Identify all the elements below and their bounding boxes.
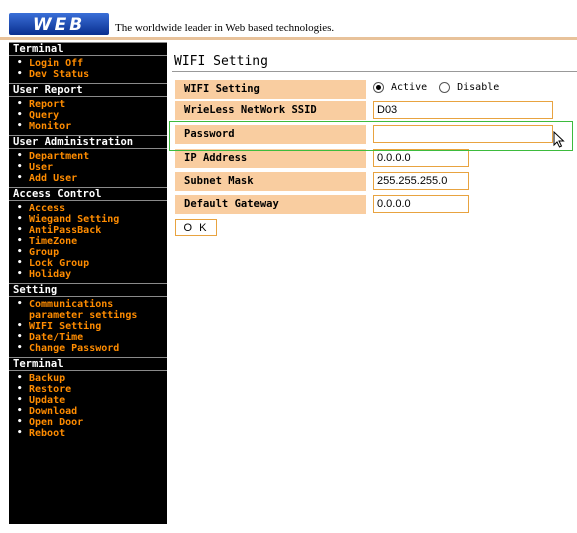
sidebar-item-query[interactable]: • Query [9, 110, 167, 121]
sidebar-item-date-time[interactable]: • Date/Time [9, 332, 167, 343]
sidebar-item-update[interactable]: • Update [9, 395, 167, 406]
bullet-icon: • [17, 110, 23, 120]
default-gateway-label: Default Gateway [175, 195, 366, 214]
sidebar-item-restore[interactable]: • Restore [9, 384, 167, 395]
sidebar-item-dev-status[interactable]: • Dev Status [9, 69, 167, 80]
ok-button[interactable]: O K [175, 219, 217, 236]
default-gateway-row: Default Gateway [175, 195, 577, 214]
bullet-icon: • [17, 258, 23, 268]
bullet-icon: • [17, 332, 23, 342]
sidebar-item-antipassback[interactable]: • AntiPassBack [9, 225, 167, 236]
bullet-icon: • [17, 203, 23, 213]
active-radio[interactable] [373, 82, 384, 93]
sidebar-section-setting: Setting [9, 283, 167, 297]
sidebar-item-download[interactable]: • Download [9, 406, 167, 417]
sidebar-item-wifi-setting[interactable]: • WIFI Setting [9, 321, 167, 332]
bullet-icon: • [17, 428, 23, 438]
sidebar-item-wiegand-setting[interactable]: • Wiegand Setting [9, 214, 167, 225]
logo-text: WEB [33, 15, 85, 35]
bullet-icon: • [17, 299, 23, 309]
sidebar-item-communications-parameter-settings[interactable]: • Communications parameter settings [9, 299, 167, 321]
page-title: WIFI Setting [174, 54, 268, 69]
sidebar-item-login-off[interactable]: • Login Off [9, 58, 167, 69]
bullet-icon: • [17, 225, 23, 235]
wifi-setting-row: WIFI Setting Active Disable [175, 80, 577, 99]
bullet-icon: • [17, 321, 23, 331]
bullet-icon: • [17, 406, 23, 416]
bullet-icon: • [17, 69, 23, 79]
bullet-icon: • [17, 373, 23, 383]
sidebar-item-add-user[interactable]: • Add User [9, 173, 167, 184]
sidebar-item-backup[interactable]: • Backup [9, 373, 167, 384]
sidebar-section-access-control: Access Control [9, 187, 167, 201]
disable-radio-label[interactable]: Disable [457, 82, 499, 93]
bullet-icon: • [17, 384, 23, 394]
ip-address-row: IP Address [175, 149, 577, 168]
subnet-mask-label: Subnet Mask [175, 172, 366, 191]
wifi-mode-radio-group: Active Disable [373, 82, 511, 93]
sidebar-item-lock-group[interactable]: • Lock Group [9, 258, 167, 269]
sidebar-section-terminal-maintenance: Terminal [9, 357, 167, 371]
sidebar-item-report[interactable]: • Report [9, 99, 167, 110]
bullet-icon: • [17, 247, 23, 257]
bullet-icon: • [17, 269, 23, 279]
sidebar-item-group[interactable]: • Group [9, 247, 167, 258]
sidebar-item-open-door[interactable]: • Open Door [9, 417, 167, 428]
sidebar-item-reboot[interactable]: • Reboot [9, 428, 167, 439]
bullet-icon: • [17, 58, 23, 68]
default-gateway-input[interactable] [373, 195, 469, 213]
sidebar-section-user-administration: User Administration [9, 135, 167, 149]
active-radio-label[interactable]: Active [391, 82, 427, 93]
sidebar-section-terminal: Terminal [9, 42, 167, 56]
sidebar-item-access[interactable]: • Access [9, 203, 167, 214]
ssid-label: WrieLess NetWork SSID [175, 101, 366, 120]
bullet-icon: • [17, 162, 23, 172]
bullet-icon: • [17, 99, 23, 109]
ssid-input[interactable] [373, 101, 553, 119]
sidebar-item-holiday[interactable]: • Holiday [9, 269, 167, 280]
ip-address-label: IP Address [175, 149, 366, 168]
bullet-icon: • [17, 417, 23, 427]
subnet-mask-row: Subnet Mask [175, 172, 577, 191]
bullet-icon: • [17, 343, 23, 353]
bullet-icon: • [17, 395, 23, 405]
tagline: The worldwide leader in Web based techno… [115, 22, 335, 34]
sidebar-item-timezone[interactable]: • TimeZone [9, 236, 167, 247]
ssid-row: WrieLess NetWork SSID [175, 101, 577, 120]
wifi-setting-label: WIFI Setting [175, 80, 366, 99]
bullet-icon: • [17, 236, 23, 246]
title-divider [172, 71, 577, 72]
password-focus-highlight [169, 121, 573, 151]
sidebar-section-user-report: User Report [9, 83, 167, 97]
sidebar: Terminal • Login Off • Dev Status User Rep… [9, 42, 167, 524]
sidebar-item-change-password[interactable]: • Change Password [9, 343, 167, 354]
sidebar-item-user[interactable]: • User [9, 162, 167, 173]
mouse-pointer-icon [553, 131, 565, 148]
header: WEB The worldwide leader in Web based te… [0, 0, 577, 40]
ip-address-input[interactable] [373, 149, 469, 167]
bullet-icon: • [17, 151, 23, 161]
bullet-icon: • [17, 121, 23, 131]
sidebar-item-department[interactable]: • Department [9, 151, 167, 162]
web-logo: WEB [9, 13, 109, 35]
disable-radio[interactable] [439, 82, 451, 93]
bullet-icon: • [17, 173, 23, 183]
sidebar-item-monitor[interactable]: • Monitor [9, 121, 167, 132]
bullet-icon: • [17, 214, 23, 224]
header-divider [0, 37, 577, 40]
subnet-mask-input[interactable] [373, 172, 469, 190]
